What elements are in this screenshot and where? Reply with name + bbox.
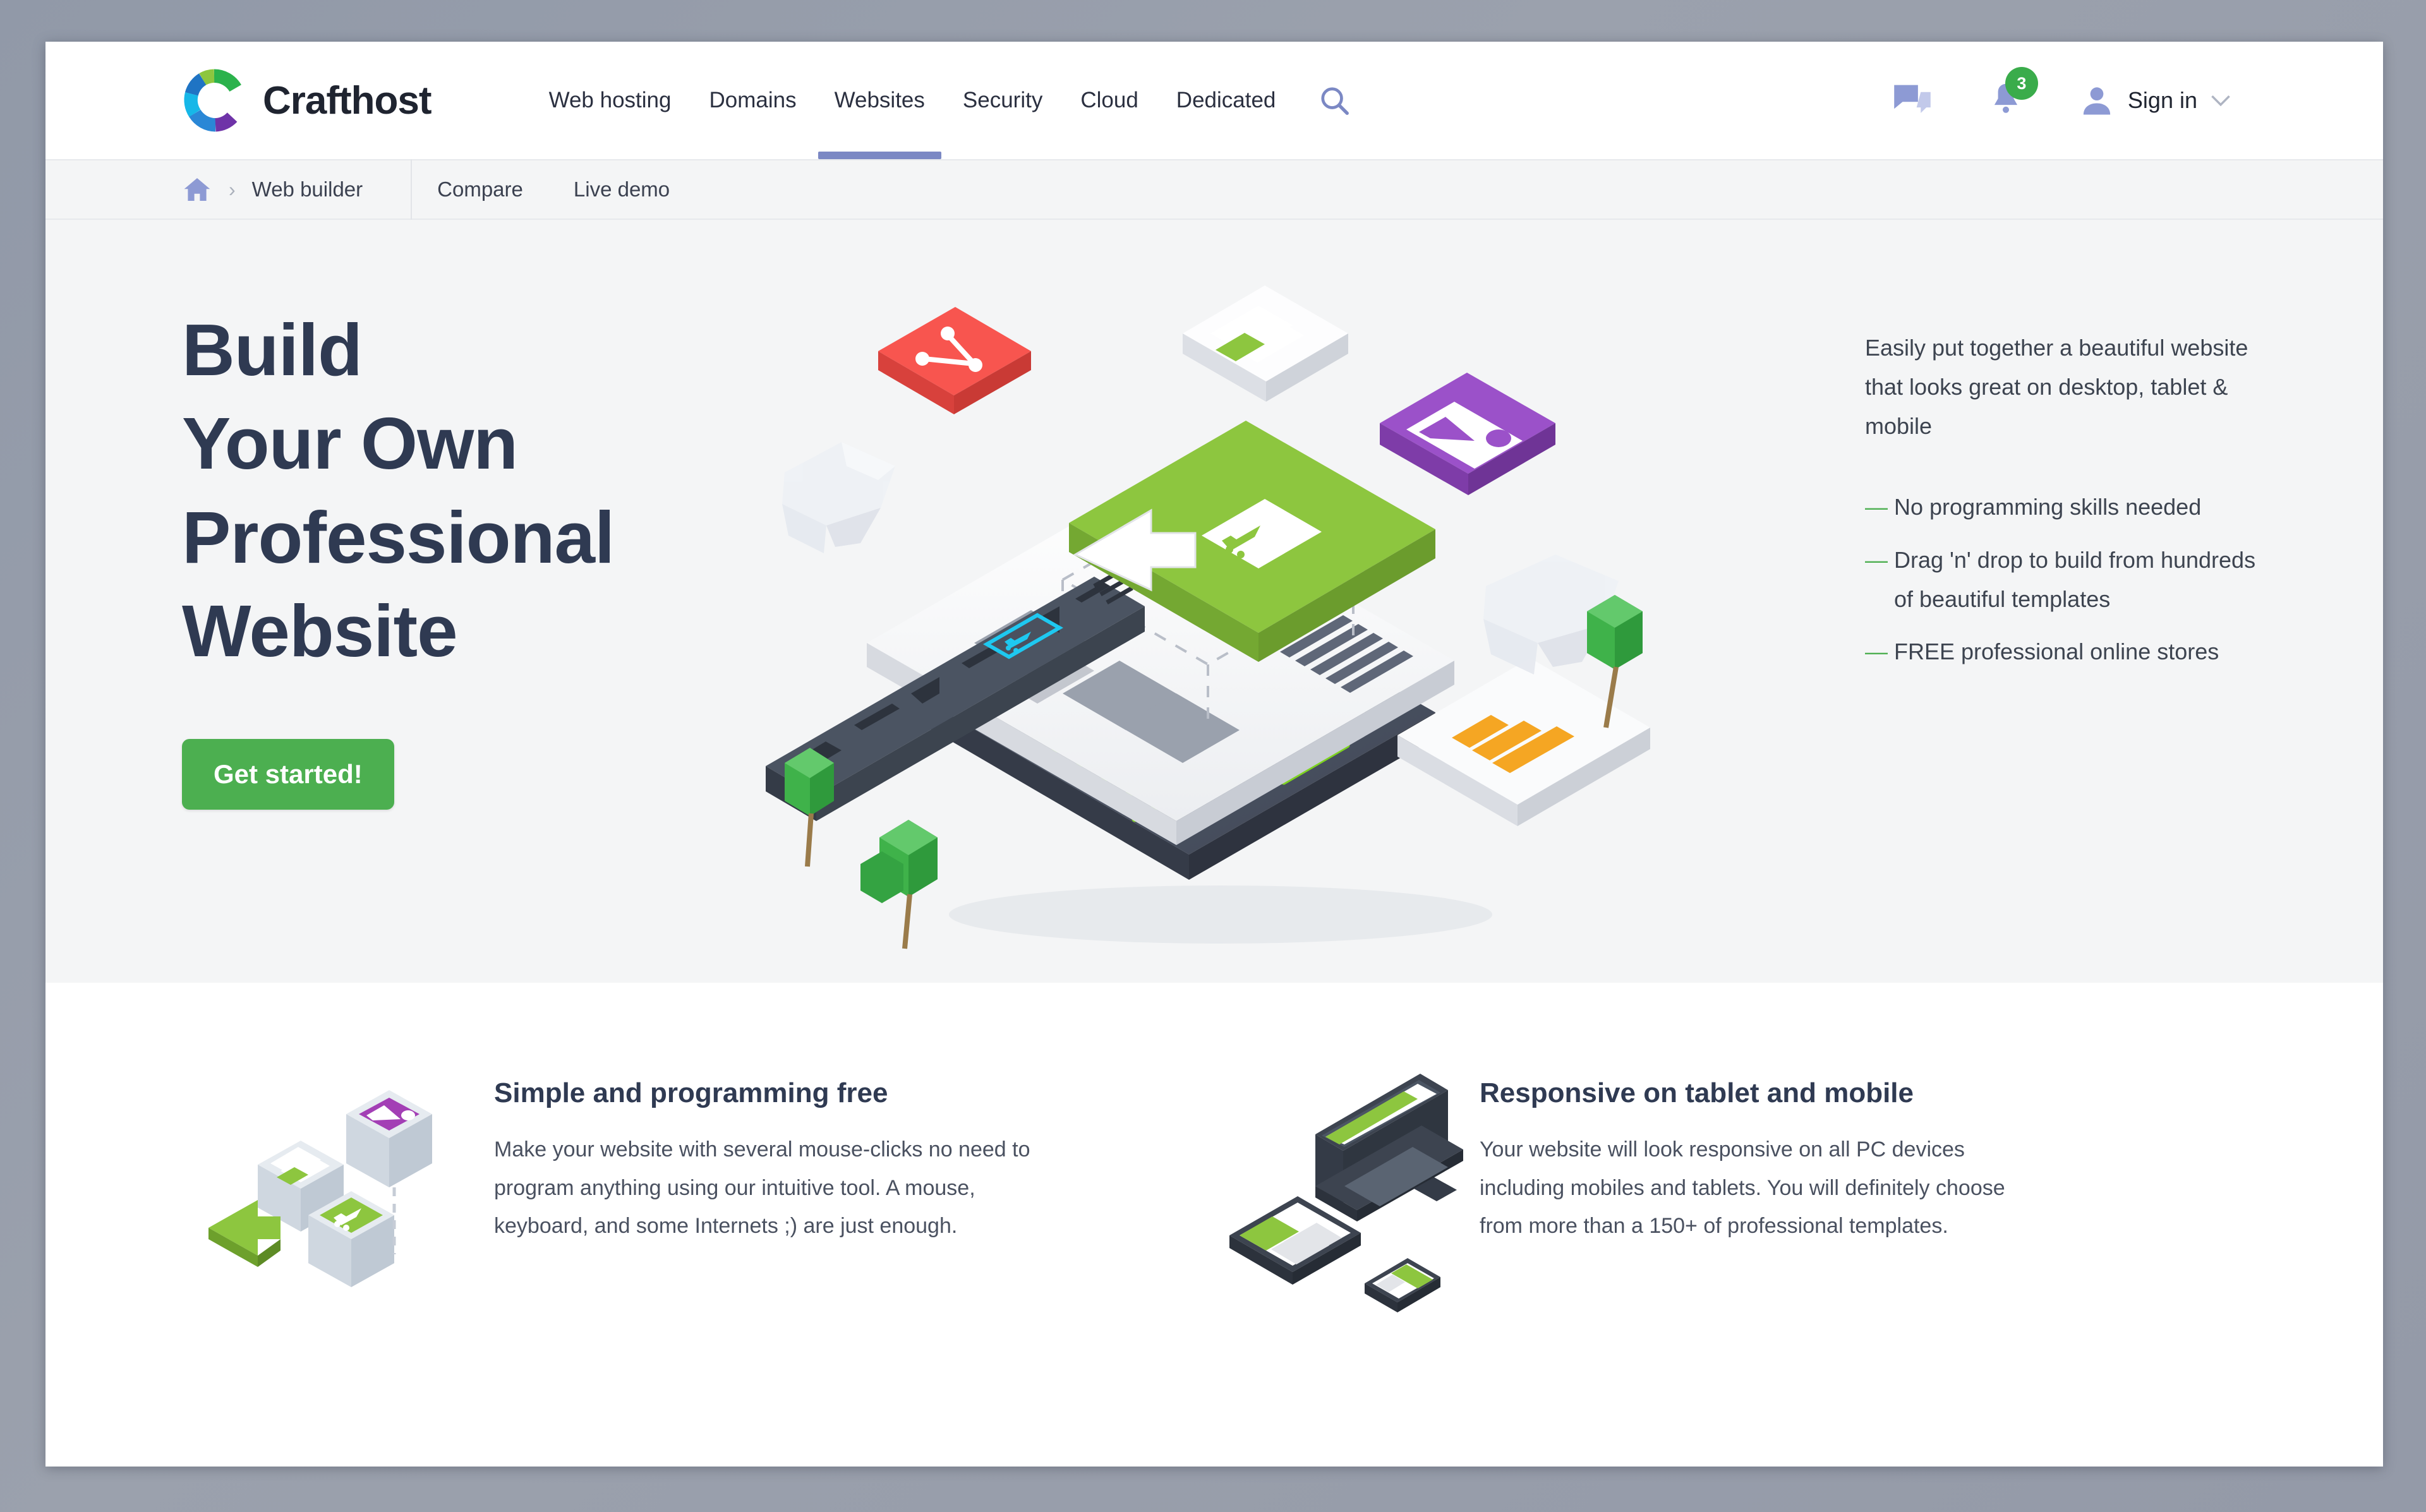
chat-bubble-icon xyxy=(1894,85,1931,113)
nav-item-cloud[interactable]: Cloud xyxy=(1061,42,1157,159)
features-section: Simple and programming free Make your we… xyxy=(45,983,2383,1317)
breadcrumb: › Web builder xyxy=(45,159,363,220)
feature-simple-programming-free: Simple and programming free Make your we… xyxy=(166,1065,1214,1317)
bullet-text: No programming skills needed xyxy=(1894,493,2202,520)
feature-text: Your website will look responsive on all… xyxy=(1480,1137,2005,1239)
chevron-down-icon xyxy=(2211,95,2230,107)
hero-intro-text: Easily put together a beautiful website … xyxy=(1865,335,2248,439)
main-nav: Web hosting Domains Websites Security Cl… xyxy=(530,42,1352,159)
red-share-tile xyxy=(878,307,1031,414)
sub-nav-live-demo[interactable]: Live demo xyxy=(548,177,695,201)
sub-nav: Compare Live demo xyxy=(412,177,695,201)
chat-button[interactable] xyxy=(1865,83,1960,118)
hero-title-line-3: Professional xyxy=(182,496,615,579)
page-title: Build Your Own Professional Website xyxy=(182,303,751,678)
site-header: Crafthost Web hosting Domains Websites S… xyxy=(45,42,2383,159)
header-actions: 3 Sign in xyxy=(1865,67,2383,120)
nav-item-websites[interactable]: Websites xyxy=(816,42,944,159)
signin-button[interactable]: Sign in xyxy=(2052,83,2259,118)
hero-title-line-4: Website xyxy=(182,590,458,673)
feature-text: Make your website with several mouse-cli… xyxy=(494,1137,1030,1239)
layout-card xyxy=(1183,285,1348,402)
nav-item-domains[interactable]: Domains xyxy=(690,42,815,159)
brand-name: Crafthost xyxy=(263,78,432,123)
hero-section: Build Your Own Professional Website Get … xyxy=(45,220,2383,983)
bullet-text: Drag 'n' drop to build from hundreds of … xyxy=(1894,546,2256,612)
signin-label: Sign in xyxy=(2127,87,2197,113)
feature-title: Responsive on tablet and mobile xyxy=(1480,1077,1914,1108)
feature-body: Simple and programming free Make your we… xyxy=(494,1065,1050,1317)
devices-laptop-tablet-phone-icon xyxy=(1229,1074,1463,1312)
breadcrumb-current[interactable]: Web builder xyxy=(252,177,363,201)
nav-item-security[interactable]: Security xyxy=(944,42,1061,159)
notifications-button[interactable]: 3 xyxy=(1960,67,2052,120)
dash-icon: — xyxy=(1865,493,1888,520)
user-avatar-icon xyxy=(2083,87,2111,115)
get-started-button[interactable]: Get started! xyxy=(182,738,394,810)
hero-benefits: Easily put together a beautiful website … xyxy=(1865,328,2269,685)
list-item: — Drag 'n' drop to build from hundreds o… xyxy=(1865,541,2269,619)
hero-title-line-2: Your Own xyxy=(182,402,518,485)
crafthost-ring-logo-icon xyxy=(184,69,241,132)
search-button[interactable] xyxy=(1317,83,1351,117)
dash-icon: — xyxy=(1865,639,1888,665)
list-item: — No programming skills needed xyxy=(1865,488,2269,527)
breadcrumb-separator: › xyxy=(229,177,236,201)
sub-nav-compare[interactable]: Compare xyxy=(412,177,548,201)
list-item: — FREE professional online stores xyxy=(1865,632,2269,671)
isometric-blocks-icon xyxy=(208,1090,432,1287)
nav-item-dedicated[interactable]: Dedicated xyxy=(1157,42,1295,159)
dash-icon: — xyxy=(1865,546,1888,573)
home-icon[interactable] xyxy=(182,176,212,203)
sub-header-bar: › Web builder Compare Live demo xyxy=(45,159,2383,220)
feature-icon-wrap xyxy=(166,1065,494,1317)
tree-mid xyxy=(860,820,938,949)
nav-item-web-hosting[interactable]: Web hosting xyxy=(530,42,691,159)
hero-title-line-1: Build xyxy=(182,309,363,391)
hero-copy: Build Your Own Professional Website Get … xyxy=(182,303,751,810)
bullet-text: FREE professional online stores xyxy=(1894,639,2219,665)
hero-bullet-list: — No programming skills needed — Drag 'n… xyxy=(1865,488,2269,672)
search-icon xyxy=(1321,87,1349,115)
purple-image-tile xyxy=(1380,373,1555,495)
feature-icon-wrap xyxy=(1214,1065,1480,1317)
isometric-website-builder-illustration-icon xyxy=(766,285,1650,949)
hero-illustration xyxy=(766,258,1688,981)
feature-responsive-devices: Responsive on tablet and mobile Your web… xyxy=(1214,1065,2263,1317)
feature-body: Responsive on tablet and mobile Your web… xyxy=(1480,1065,2036,1317)
notification-badge: 3 xyxy=(2005,67,2038,100)
page-card: Crafthost Web hosting Domains Websites S… xyxy=(45,42,2383,1467)
feature-title: Simple and programming free xyxy=(494,1077,888,1108)
brand-logo-link[interactable]: Crafthost xyxy=(182,68,432,133)
cloud-left xyxy=(782,442,895,553)
